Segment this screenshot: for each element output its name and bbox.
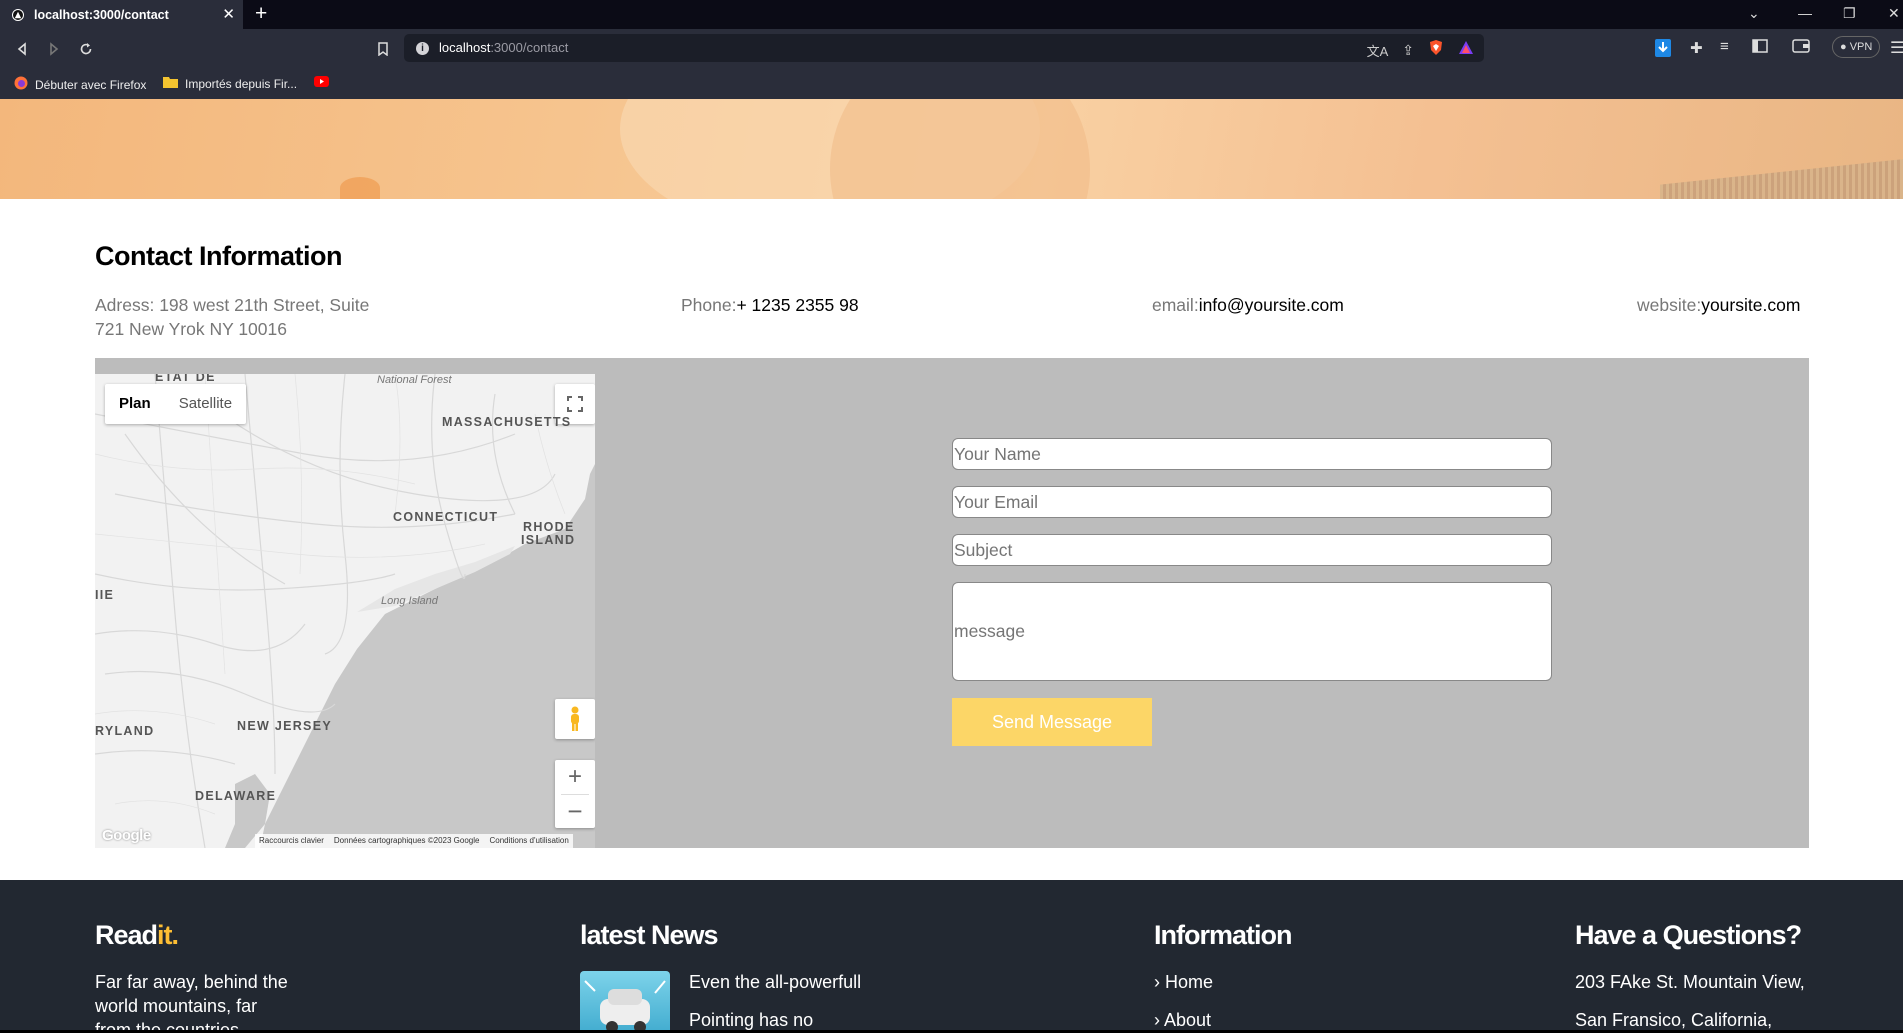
minimize-icon[interactable]: —	[1798, 5, 1812, 21]
map-label: Long Island	[381, 595, 438, 607]
youtube-icon	[314, 76, 329, 90]
map-label: RYLAND	[95, 724, 155, 738]
sidebar-icon[interactable]	[1752, 39, 1768, 58]
bookmark-youtube[interactable]	[314, 76, 336, 90]
browser-toolbar: i localhost:3000/contact 文A ⇪ ✚ ≡ ● VPN …	[0, 29, 1903, 69]
wallet-icon[interactable]	[1792, 39, 1810, 58]
news-thumbnail[interactable]	[580, 971, 670, 1033]
street-view-pegman-icon[interactable]	[555, 699, 595, 739]
message-textarea[interactable]	[952, 582, 1552, 681]
google-logo: Google	[102, 827, 151, 844]
tab-favicon-icon	[12, 8, 24, 21]
send-message-button[interactable]: Send Message	[952, 698, 1152, 746]
folder-icon	[163, 76, 178, 91]
site-footer: Readit. Far far away, behind the world m…	[0, 880, 1903, 1033]
footer-address-line: San Fransico, California,	[1575, 1010, 1773, 1030]
close-window-icon[interactable]: ✕	[1888, 5, 1900, 22]
subject-input[interactable]	[952, 534, 1552, 566]
tab-list-chevron-icon[interactable]: ⌄	[1748, 5, 1760, 22]
tab-close-icon[interactable]: ✕	[222, 7, 235, 22]
playlist-icon[interactable]: ≡	[1720, 38, 1729, 55]
url-text: localhost:3000/contact	[439, 40, 569, 55]
map-label: NEW JERSEY	[237, 719, 332, 733]
footer-address-line: 203 FAke St. Mountain View,	[1575, 972, 1805, 992]
zoom-control: + −	[555, 760, 595, 828]
footer-link-home[interactable]: › Home	[1154, 970, 1213, 994]
contact-title: Contact Information	[95, 241, 343, 271]
footer-link-about[interactable]: › About	[1154, 1008, 1211, 1032]
map-attribution: Raccourcis clavier Données cartographiqu…	[255, 834, 573, 848]
keyboard-shortcuts-link[interactable]: Raccourcis clavier	[259, 836, 324, 846]
website-link[interactable]: yoursite.com	[1701, 295, 1800, 315]
chevron-right-icon: ›	[1154, 1010, 1165, 1030]
chevron-right-icon: ›	[1154, 972, 1165, 992]
map-label: National Forest	[377, 374, 452, 386]
footer-brand[interactable]: Readit.	[95, 920, 179, 951]
footer-info-title: Information	[1154, 920, 1292, 950]
bookmark-icon[interactable]	[372, 38, 394, 60]
map-type-satellite[interactable]: Satellite	[165, 384, 246, 424]
news-item-2[interactable]: Pointing has no	[689, 1008, 813, 1032]
map-label: DELAWARE	[195, 789, 277, 803]
downloads-icon[interactable]	[1655, 39, 1671, 62]
bookmark-firefox[interactable]: Débuter avec Firefox	[14, 76, 146, 93]
site-info-icon[interactable]: i	[416, 42, 429, 55]
new-tab-icon[interactable]: +	[255, 3, 267, 24]
email-input[interactable]	[952, 486, 1552, 518]
browser-tab[interactable]: localhost:3000/contact ✕	[0, 0, 243, 29]
news-item-1[interactable]: Even the all-powerfull	[689, 970, 861, 994]
website-info: website:yoursite.com	[1637, 295, 1801, 315]
email-info: email:info@yoursite.com	[1152, 295, 1344, 315]
forward-icon[interactable]	[43, 38, 65, 60]
address-bar[interactable]: i localhost:3000/contact 文A ⇪	[404, 34, 1484, 62]
google-map[interactable]: Plan Satellite + − ÉTAT DE National Fore…	[95, 374, 595, 848]
address-info: Adress: 198 west 21th Street, Suite 721 …	[95, 295, 370, 339]
phone-info: Phone:+ 1235 2355 98	[681, 295, 859, 315]
bookmark-imported-folder[interactable]: Importés depuis Fir...	[163, 76, 297, 91]
share-icon[interactable]: ⇪	[1402, 42, 1414, 59]
email-link[interactable]: info@yoursite.com	[1199, 295, 1344, 315]
hero-banner	[0, 99, 1903, 199]
menu-icon[interactable]: ☰	[1890, 38, 1903, 58]
phone-link[interactable]: + 1235 2355 98	[736, 295, 858, 315]
vpn-button[interactable]: ● VPN	[1832, 36, 1881, 58]
footer-news-title: latest News	[580, 920, 719, 950]
name-input[interactable]	[952, 438, 1552, 470]
zoom-in-icon[interactable]: +	[568, 760, 582, 794]
tab-title: localhost:3000/contact	[34, 7, 169, 22]
map-label: ÉTAT DE	[155, 374, 216, 384]
map-type-control: Plan Satellite	[105, 384, 247, 424]
back-icon[interactable]	[11, 38, 33, 60]
bookmarks-bar: Débuter avec Firefox Importés depuis Fir…	[0, 69, 1903, 99]
translate-icon[interactable]: 文A	[1367, 41, 1389, 60]
firefox-icon	[14, 76, 28, 93]
reload-icon[interactable]	[75, 38, 97, 60]
map-label: CONNECTICUT	[393, 510, 499, 524]
brave-rewards-icon[interactable]	[1458, 40, 1474, 60]
map-label: ISLAND	[521, 533, 576, 547]
restore-icon[interactable]: ❐	[1843, 5, 1856, 22]
zoom-out-icon[interactable]: −	[567, 795, 582, 828]
map-type-plan[interactable]: Plan	[105, 384, 165, 424]
terms-link[interactable]: Conditions d'utilisation	[489, 836, 568, 846]
extensions-icon[interactable]: ✚	[1690, 39, 1703, 57]
map-label: RHODE	[523, 520, 575, 534]
browser-tab-strip: localhost:3000/contact ✕ + ⌄ — ❐ ✕	[0, 0, 1903, 29]
footer-questions-title: Have a Questions?	[1575, 920, 1802, 950]
brave-shield-icon[interactable]	[1428, 39, 1444, 61]
footer-about-text: Far far away, behind the world mountains…	[95, 972, 288, 1033]
map-label: MASSACHUSETTS	[442, 415, 572, 429]
map-canvas[interactable]	[95, 374, 595, 848]
map-label: IIE	[95, 588, 115, 602]
